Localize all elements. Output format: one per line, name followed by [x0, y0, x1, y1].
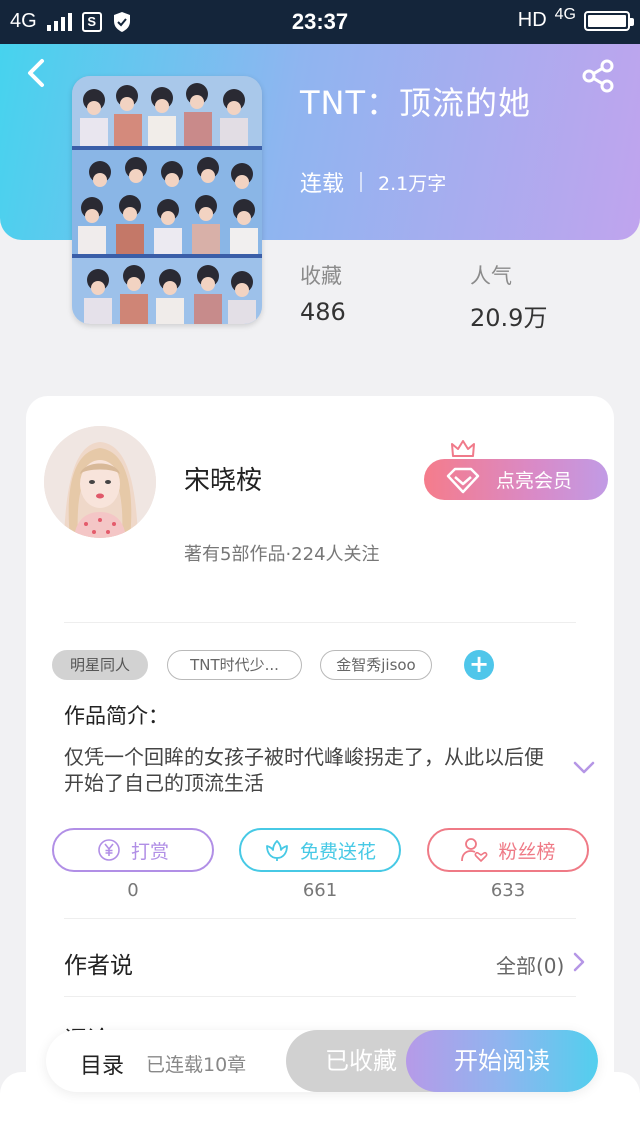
chevron-right-icon[interactable] [572, 951, 586, 973]
reward-button[interactable]: 打赏 [52, 828, 214, 872]
vip-label: 点亮会员 [496, 470, 573, 492]
status-bar: 4G S 23:37 HD 4G [0, 0, 640, 44]
tag-1[interactable]: 明星同人 [52, 650, 148, 680]
book-cover[interactable] [72, 76, 262, 324]
bottom-action-bar: 目录 已连载10章 已收藏 开始阅读 [46, 1030, 598, 1092]
collect-label: 收藏 [300, 264, 342, 288]
flower-count: 661 [302, 880, 338, 901]
collect-value: 486 [300, 298, 346, 326]
yen-coin-icon [98, 839, 120, 861]
tag-3[interactable]: 金智秀jisoo [320, 650, 432, 680]
status-right: HD 4G [517, 5, 634, 32]
divider-author [64, 622, 576, 623]
chevron-down-icon[interactable] [572, 760, 596, 776]
author-name[interactable]: 宋晓桉 [184, 460, 262, 497]
popularity-value: 20.9万 [470, 304, 548, 332]
fan-rank-label: 粉丝榜 [498, 840, 556, 863]
serial-status: 连载 [300, 172, 345, 197]
toc-button[interactable]: 目录 [80, 1048, 124, 1080]
popularity-label: 人气 [470, 264, 512, 288]
avatar-image [44, 426, 156, 538]
add-tag-button[interactable]: + [464, 650, 494, 680]
back-icon[interactable] [22, 58, 52, 88]
fan-count: 633 [490, 880, 526, 901]
reward-count: 0 [127, 880, 139, 901]
author-avatar[interactable] [44, 426, 156, 538]
book-title: TNT：顶流的她 [300, 84, 532, 122]
divider-actions [64, 918, 576, 919]
start-reading-button[interactable]: 开始阅读 [406, 1030, 598, 1092]
divider-author-says [64, 996, 576, 997]
fan-rank-button[interactable]: 粉丝榜 [427, 828, 589, 872]
author-says-all-link[interactable]: 全部(0) [496, 950, 564, 979]
chapter-count[interactable]: 已连载10章 [146, 1050, 246, 1077]
crown-icon [451, 440, 475, 457]
cover-image [72, 76, 262, 324]
book-meta: 连载 2.1万字 [300, 166, 446, 198]
flower-icon [266, 840, 288, 861]
author-stats: 著有5部作品·224人关注 [184, 544, 380, 565]
fan-user-heart-icon [461, 838, 488, 862]
author-says-title: 作者说 [64, 953, 133, 979]
reward-label: 打赏 [130, 840, 169, 863]
word-count: 2.1万字 [378, 172, 447, 195]
send-flower-button[interactable]: 免费送花 [239, 828, 401, 872]
hd-label: HD [517, 9, 547, 31]
meta-divider [360, 172, 363, 192]
intro-label: 作品简介： [64, 704, 169, 728]
tag-2[interactable]: TNT时代少... [167, 650, 302, 680]
send-flower-label: 免费送花 [299, 840, 376, 863]
intro-text: 仅凭一个回眸的女孩子被时代峰峻拐走了，从此以后便开始了自己的顶流生活 [64, 745, 544, 795]
network-label-right: 4G [554, 5, 576, 23]
battery-icon [584, 10, 634, 31]
share-icon[interactable] [580, 58, 616, 94]
diamond-icon [446, 467, 480, 494]
